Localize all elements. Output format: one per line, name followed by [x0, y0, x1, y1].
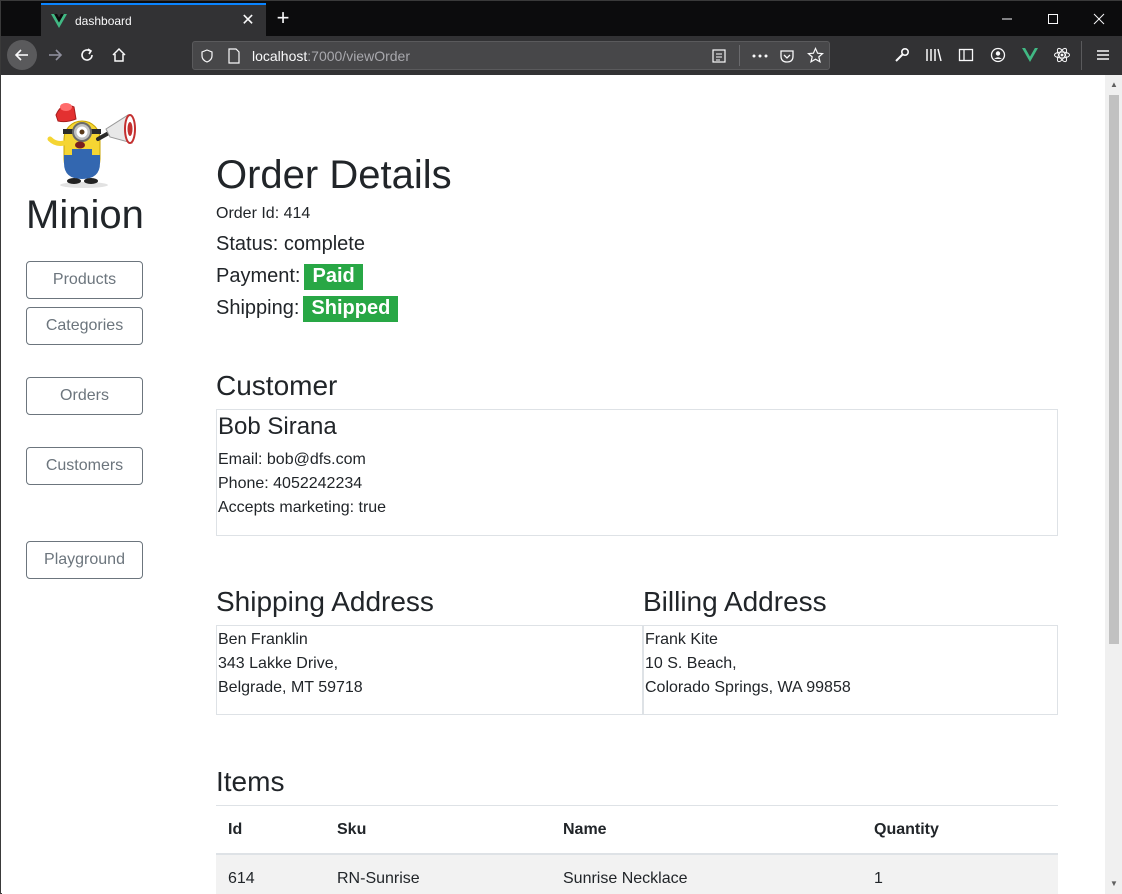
column-header-id: Id — [216, 805, 325, 855]
table-header-row: Id Sku Name Quantity — [216, 805, 1058, 855]
library-icon[interactable] — [924, 45, 944, 65]
shipping-name: Ben Franklin — [218, 631, 308, 648]
shield-icon[interactable] — [200, 49, 214, 63]
billing-street: 10 S. Beach, — [645, 655, 737, 672]
shipping-row: Shipping: Shipped — [216, 296, 399, 322]
items-heading: Items — [216, 766, 285, 797]
sidebar-item-customers[interactable]: Customers — [26, 447, 143, 485]
shipping-city: Belgrade, MT 59718 — [218, 679, 363, 696]
bookmark-star-icon[interactable] — [807, 47, 824, 64]
page-icon — [228, 48, 240, 64]
shipping-street: 343 Lakke Drive, — [218, 655, 339, 672]
sidebar-item-orders[interactable]: Orders — [26, 377, 143, 415]
brand-title: Minion — [26, 193, 144, 237]
customer-marketing: Accepts marketing: true — [218, 499, 387, 516]
url-divider — [739, 45, 740, 66]
reader-view-icon[interactable] — [711, 48, 727, 64]
toolbar-divider — [1081, 41, 1082, 70]
customer-phone: Phone: 4052242234 — [218, 475, 363, 492]
sidebar-item-categories[interactable]: Categories — [26, 307, 143, 345]
vue-logo-icon — [51, 13, 67, 28]
vue-devtools-icon[interactable] — [1020, 45, 1040, 65]
column-header-sku: Sku — [325, 805, 551, 855]
item-name-cell: Sunrise Necklace — [551, 853, 862, 894]
sidebar-item-products[interactable]: Products — [26, 261, 143, 299]
customer-card: Bob Sirana Email: bob@dfs.com Phone: 405… — [216, 409, 1058, 536]
minion-logo-icon — [47, 103, 136, 188]
billing-name: Frank Kite — [645, 631, 718, 648]
account-icon[interactable] — [988, 45, 1008, 65]
wrench-icon[interactable] — [892, 45, 912, 65]
shipping-address-card: Ben Franklin 343 Lakke Drive, Belgrade, … — [216, 625, 643, 715]
react-devtools-icon[interactable] — [1052, 45, 1072, 65]
items-table: Id Sku Name Quantity 614 RN-Sunrise Sunr… — [216, 805, 1058, 894]
tab-close-icon[interactable]: ✕ — [240, 12, 256, 29]
payment-status-badge: Paid — [304, 264, 363, 290]
billing-city: Colorado Springs, WA 99858 — [645, 679, 851, 696]
reload-icon[interactable] — [72, 40, 102, 70]
billing-address-card: Frank Kite 10 S. Beach, Colorado Springs… — [643, 625, 1058, 715]
order-status: Status: complete — [216, 233, 365, 255]
payment-label: Payment: — [216, 265, 301, 287]
scroll-up-icon[interactable]: ▲ — [1109, 80, 1119, 90]
shipping-address-heading: Shipping Address — [216, 586, 434, 617]
url-bar[interactable]: localhost:7000/viewOrder — [192, 41, 830, 70]
pocket-icon[interactable] — [779, 48, 795, 64]
scrollbar-thumb[interactable] — [1109, 95, 1119, 644]
page-content: Minion Products Categories Orders Custom… — [2, 75, 1105, 894]
scroll-down-icon[interactable]: ▼ — [1109, 879, 1119, 889]
sidebar-item-playground[interactable]: Playground — [26, 541, 143, 579]
hamburger-menu-icon[interactable] — [1093, 45, 1113, 65]
page-title: Order Details — [216, 153, 452, 197]
customer-heading: Customer — [216, 370, 338, 401]
order-id: Order Id: 414 — [216, 205, 311, 222]
new-tab-icon[interactable]: + — [271, 6, 295, 30]
table-row[interactable]: 614 RN-Sunrise Sunrise Necklace 1 — [216, 853, 1058, 894]
forward-icon[interactable] — [40, 40, 70, 70]
minimize-icon[interactable] — [984, 1, 1030, 36]
payment-row: Payment: Paid — [216, 264, 363, 290]
column-header-name: Name — [551, 805, 862, 855]
shipping-status-badge: Shipped — [303, 296, 399, 322]
tab-title: dashboard — [75, 13, 132, 28]
item-sku-cell: RN-Sunrise — [325, 853, 551, 894]
home-icon[interactable] — [104, 40, 134, 70]
maximize-icon[interactable] — [1030, 1, 1076, 36]
item-quantity-cell: 1 — [862, 853, 1058, 894]
url-text[interactable]: localhost:7000/viewOrder — [252, 48, 410, 64]
column-header-quantity: Quantity — [862, 805, 1058, 855]
nav-bar: localhost:7000/viewOrder — [1, 36, 1122, 75]
more-actions-icon[interactable] — [751, 48, 769, 64]
billing-address-heading: Billing Address — [643, 586, 827, 617]
browser-window: dashboard ✕ + localhost:7000/viewOrder M… — [0, 0, 1122, 894]
title-bar: dashboard ✕ + — [1, 1, 1122, 36]
page-scrollbar[interactable]: ▲ ▼ — [1105, 75, 1122, 894]
tab-dashboard[interactable]: dashboard ✕ — [41, 3, 266, 36]
back-icon[interactable] — [7, 40, 37, 70]
item-id-cell: 614 — [216, 853, 325, 894]
close-window-icon[interactable] — [1076, 1, 1122, 36]
shipping-label: Shipping: — [216, 297, 300, 319]
customer-email: Email: bob@dfs.com — [218, 451, 366, 468]
sidebar-toggle-icon[interactable] — [956, 45, 976, 65]
customer-name: Bob Sirana — [218, 413, 337, 440]
